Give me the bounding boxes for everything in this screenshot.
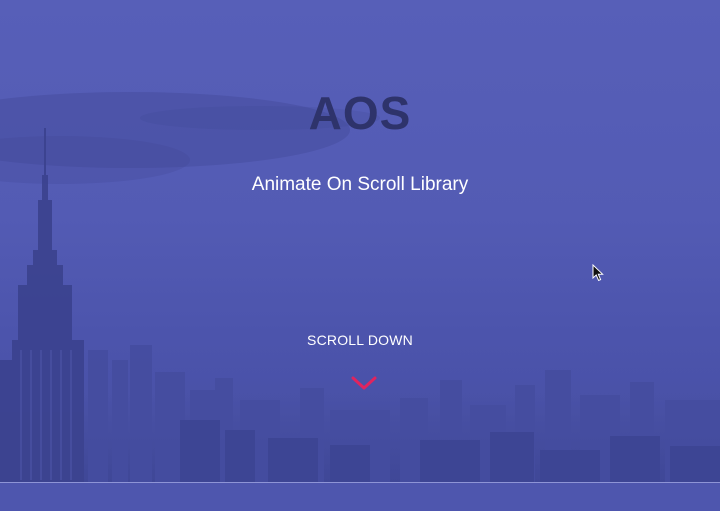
next-section — [0, 483, 720, 511]
chevron-down-icon[interactable] — [350, 374, 378, 392]
mouse-cursor-icon — [592, 264, 604, 282]
page-subtitle: Animate On Scroll Library — [251, 174, 469, 195]
hero-section: AOS Animate On Scroll Library SCROLL DOW… — [0, 0, 720, 482]
scroll-down-label[interactable]: SCROLL DOWN — [0, 332, 720, 348]
page-title: AOS — [308, 87, 412, 139]
city-skyline-background — [0, 92, 720, 482]
